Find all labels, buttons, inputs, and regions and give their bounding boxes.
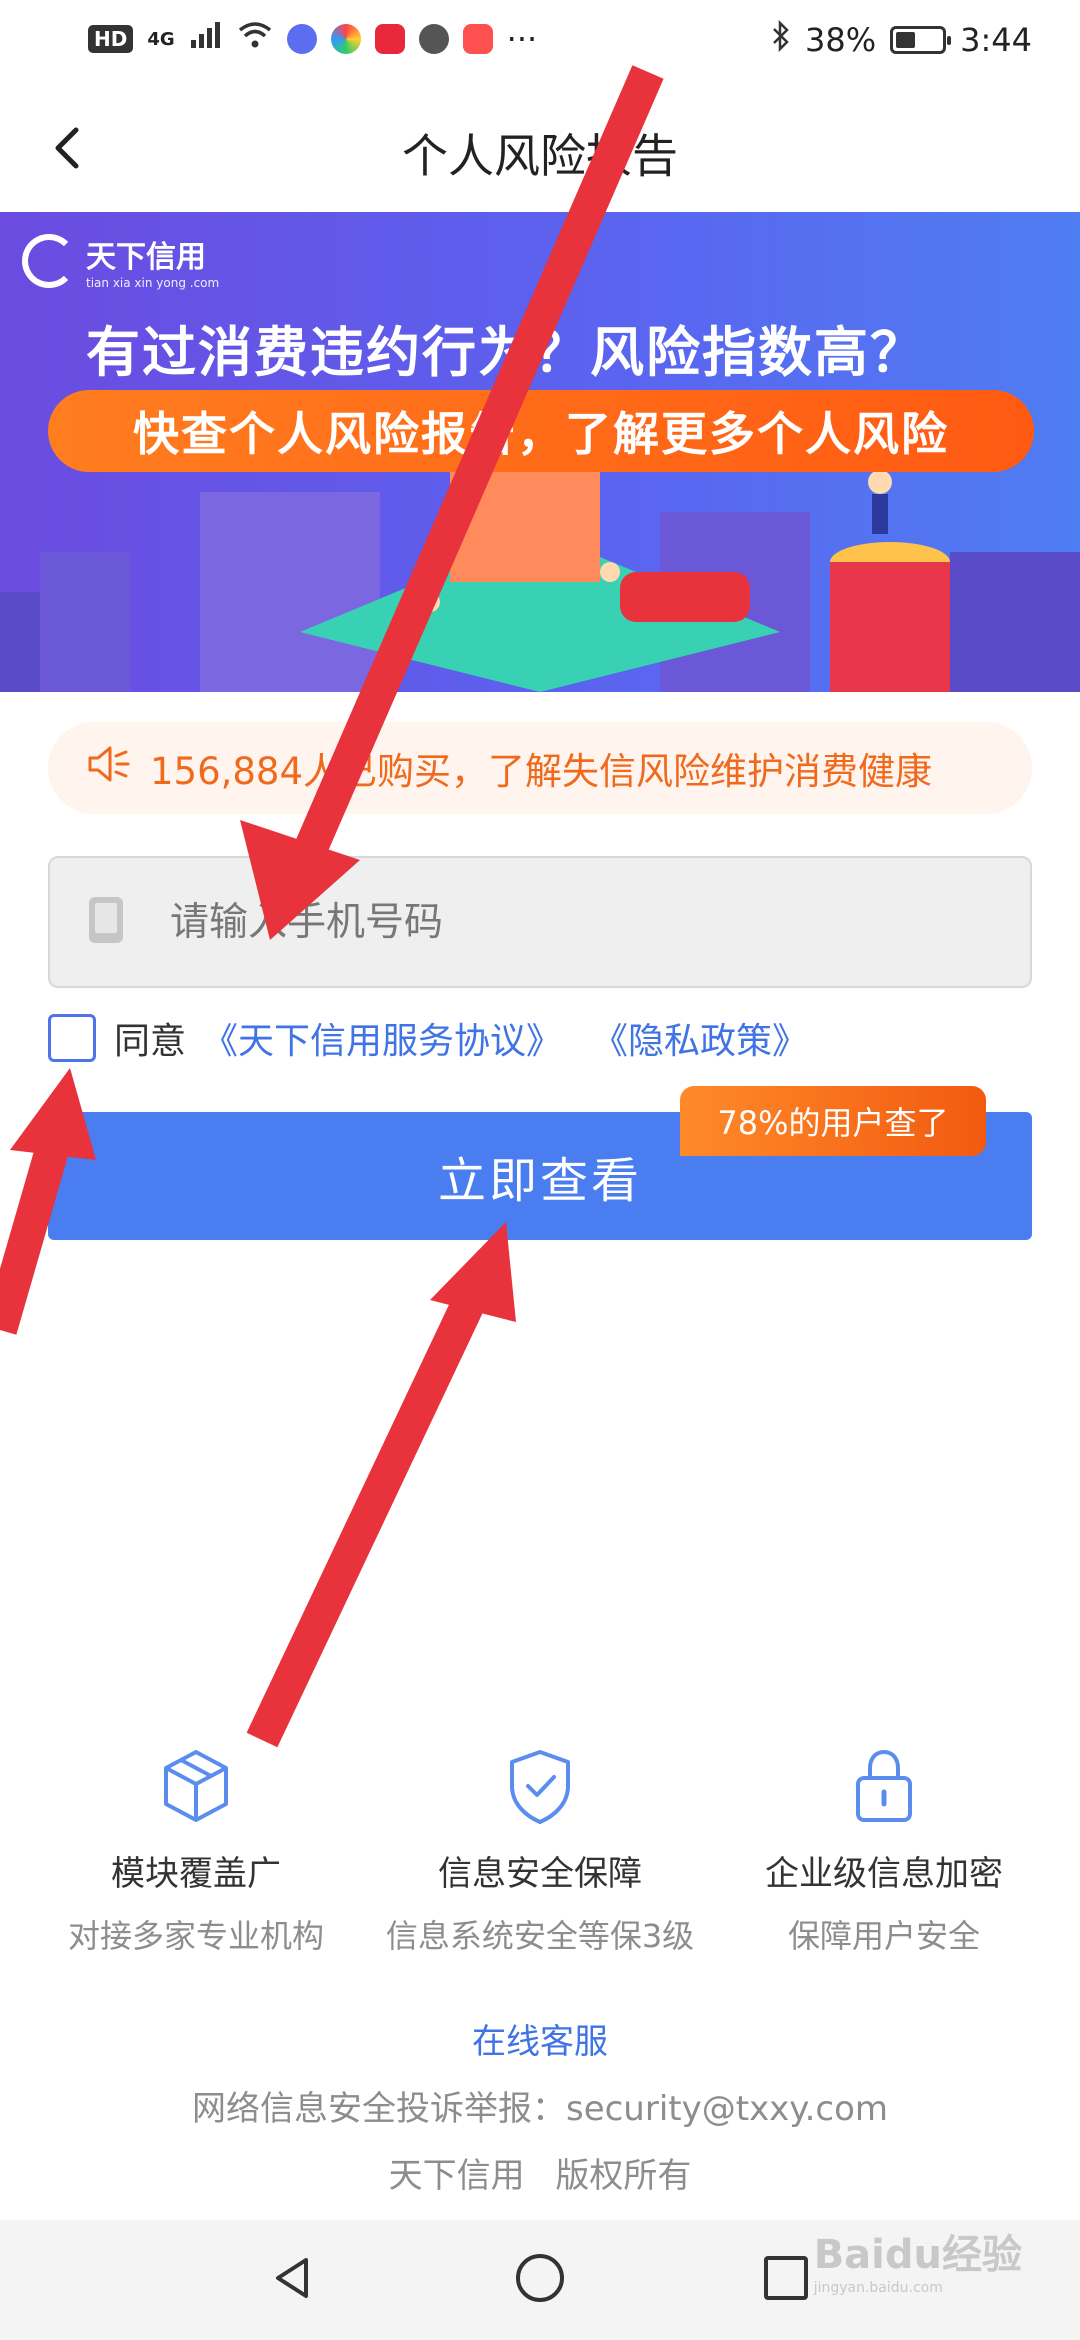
baidu-watermark: Baidu经验 jingyan.baidu.com: [814, 2222, 1022, 2296]
agree-checkbox[interactable]: [48, 1014, 96, 1062]
wifi-icon: [237, 20, 273, 58]
colorful-app-icon: [330, 24, 361, 54]
features-row: 模块覆盖广 对接多家专业机构 信息安全保障 信息系统安全等保3级 企业级信息加密…: [0, 1746, 1080, 1957]
feature-desc: 保障用户安全: [787, 1917, 980, 1955]
privacy-policy-link[interactable]: 《隐私政策》: [592, 1012, 808, 1064]
bluetooth-icon: [771, 19, 791, 60]
feature-title: 信息安全保障: [438, 1854, 642, 1894]
hd-indicator: HD: [88, 25, 134, 53]
clock: 3:44: [960, 21, 1032, 59]
nav-home-icon[interactable]: [512, 2250, 568, 2310]
nav-back-icon[interactable]: [266, 2250, 322, 2310]
watermark-brand: Baidu经验: [813, 2232, 1022, 2278]
feature-desc: 信息系统安全等保3级: [385, 1917, 695, 1955]
logo-mark-icon: [22, 234, 76, 288]
feature-title: 企业级信息加密: [765, 1854, 1003, 1894]
banner-headline: 有过消费违约行为？风险指数高？: [86, 321, 926, 384]
logo-name: 天下信用: [86, 240, 206, 275]
copyright: 天下信用 版权所有: [388, 2156, 692, 2196]
app-header: 个人风险报告: [0, 82, 1080, 212]
brand-logo: 天下信用 tian xia xin yong .com: [22, 232, 219, 290]
users-badge: 78%的用户查了: [680, 1086, 986, 1156]
online-service-link[interactable]: 在线客服: [0, 2014, 1080, 2063]
battery-percent: 38%: [805, 21, 877, 59]
battery-icon: [890, 26, 952, 54]
watermark-url: jingyan.baidu.com: [813, 2280, 943, 2296]
speaker-icon: [86, 744, 132, 793]
v-app-icon: [462, 24, 493, 54]
lock-icon: [714, 1746, 1054, 1826]
arrow-to-button: [246, 1222, 516, 1748]
agree-label: 同意: [114, 1021, 187, 1062]
status-bar-right: 38% 3:44: [771, 19, 1032, 60]
network-label: 4G: [147, 28, 175, 50]
agreement-row: 同意 《天下信用服务协议》 《隐私政策》: [48, 1008, 838, 1068]
feature-item: 企业级信息加密 保障用户安全: [714, 1746, 1054, 1957]
phone-input[interactable]: [170, 899, 970, 945]
feature-item: 模块覆盖广 对接多家专业机构: [26, 1746, 366, 1957]
signal-icon: [189, 20, 223, 58]
purchase-notice: 156,884人已购买，了解失信风险维护消费健康: [48, 722, 1032, 814]
phone-field[interactable]: [48, 856, 1032, 988]
report-contact: 网络信息安全投诉举报：security@txxy.com: [191, 2089, 889, 2129]
nav-recents-icon[interactable]: [758, 2250, 814, 2310]
banner-pill: 快查个人风险报告，了解更多个人风险: [48, 390, 1034, 472]
service-agreement-link[interactable]: 《天下信用服务协议》: [202, 1012, 562, 1064]
hand-app-icon: [418, 24, 449, 54]
feature-desc: 对接多家专业机构: [67, 1917, 324, 1955]
promo-banner[interactable]: 天下信用 tian xia xin yong .com 有过消费违约行为？风险指…: [0, 212, 1080, 692]
more-notifications-icon: ···: [506, 20, 538, 58]
page-title: 个人风险报告: [402, 129, 678, 183]
shield-check-icon: [370, 1746, 710, 1826]
logo-subtitle: tian xia xin yong .com: [86, 276, 220, 290]
feature-title: 模块覆盖广: [111, 1854, 281, 1894]
status-bar: HD 4G ··· 38% 3:44: [0, 0, 1080, 82]
page-footer: 在线客服 网络信息安全投诉举报：security@txxy.com 天下信用 版…: [0, 2014, 1080, 2197]
notice-text: 156,884人已购买，了解失信风险维护消费健康: [150, 750, 933, 793]
red-app-icon: [374, 24, 405, 54]
music-app-icon: [286, 24, 317, 54]
status-bar-left: HD 4G ···: [88, 20, 537, 58]
phone-icon: [86, 894, 126, 950]
cube-icon: [26, 1746, 366, 1826]
feature-item: 信息安全保障 信息系统安全等保3级: [370, 1746, 710, 1957]
